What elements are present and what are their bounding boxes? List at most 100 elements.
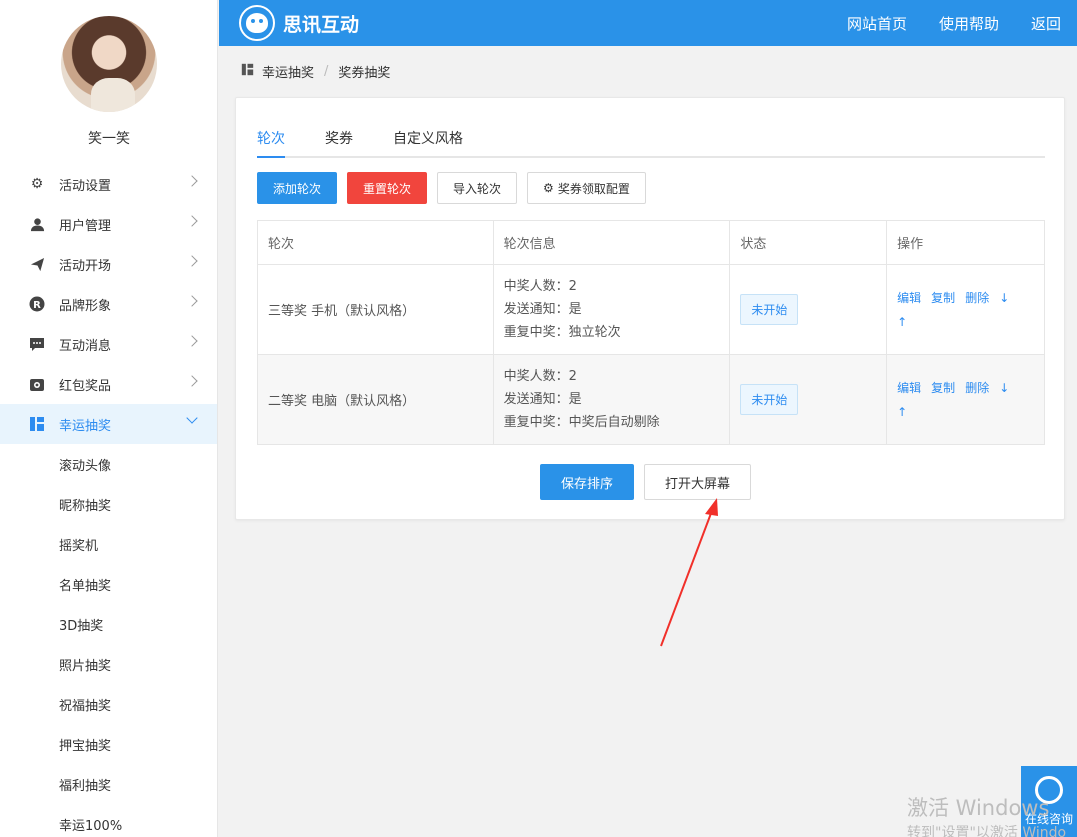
chevron-right-icon [186, 255, 198, 267]
tab-bar: 轮次 奖券 自定义风格 [257, 124, 1045, 158]
move-down-link[interactable]: ↓ [999, 291, 1009, 305]
sidebar-item-label: 活动设置 [59, 178, 112, 194]
sidebar-item-activity-opening[interactable]: 活动开场 [0, 244, 217, 284]
tab-tickets[interactable]: 奖券 [325, 124, 353, 158]
top-header: 思讯互动 网站首页 使用帮助 返回 [219, 0, 1077, 46]
edit-link[interactable]: 编辑 [897, 291, 921, 305]
tab-rounds[interactable]: 轮次 [257, 124, 285, 158]
save-order-button[interactable]: 保存排序 [540, 464, 635, 500]
sidebar-item-label: 用户管理 [59, 218, 112, 234]
move-down-link[interactable]: ↓ [999, 381, 1009, 395]
add-round-button[interactable]: 添加轮次 [257, 172, 338, 204]
username: 笑一笑 [88, 131, 130, 147]
tab-custom-style[interactable]: 自定义风格 [393, 124, 463, 158]
annotation-arrow [660, 498, 718, 647]
sidebar-subitem-lucky-100[interactable]: 幸运100% [0, 804, 217, 837]
table-row: 三等奖 手机（默认风格） 中奖人数：2 发送通知：是 重复中奖：独立轮次 未开始… [257, 264, 1045, 355]
nav-help-link[interactable]: 使用帮助 [939, 13, 999, 34]
chevron-right-icon [186, 175, 198, 187]
nav-back-link[interactable]: 返回 [1031, 13, 1061, 34]
status-badge: 未开始 [740, 384, 799, 415]
delete-link[interactable]: 删除 [965, 381, 989, 395]
column-header: 轮次 [257, 220, 494, 265]
sidebar-subitem-list-draw[interactable]: 名单抽奖 [0, 564, 217, 604]
sidebar-subitem-scroll-avatar[interactable]: 滚动头像 [0, 444, 217, 484]
delete-link[interactable]: 删除 [965, 291, 989, 305]
windows-activation-watermark: 激活 Windows [907, 796, 1050, 820]
send-icon [28, 255, 46, 273]
sidebar-item-lucky-draw[interactable]: 幸运抽奖 [0, 404, 217, 444]
status-badge: 未开始 [740, 294, 799, 325]
info-winners: 中奖人数：2 [503, 279, 577, 294]
round-name: 三等奖 手机（默认风格） [257, 264, 494, 355]
round-status: 未开始 [729, 264, 888, 355]
info-notify: 发送通知：是 [503, 302, 582, 317]
sidebar-item-label: 活动开场 [59, 258, 112, 274]
breadcrumb: 幸运抽奖 / 奖券抽奖 [241, 62, 390, 81]
table-header-row: 轮次 轮次信息 状态 操作 [257, 220, 1045, 265]
sidebar-subitem-welfare-draw[interactable]: 福利抽奖 [0, 764, 217, 804]
message-icon [28, 335, 46, 353]
table-row: 二等奖 电脑（默认风格） 中奖人数：2 发送通知：是 重复中奖：中奖后自动剔除 … [257, 354, 1045, 445]
copy-link[interactable]: 复制 [931, 291, 955, 305]
column-header: 轮次信息 [492, 220, 731, 265]
info-repeat: 重复中奖：中奖后自动剔除 [503, 415, 660, 430]
avatar[interactable] [61, 16, 157, 112]
sidebar-item-label: 幸运抽奖 [59, 418, 112, 434]
svg-text:R: R [33, 300, 41, 311]
sidebar-item-user-management[interactable]: 用户管理 [0, 204, 217, 244]
chevron-right-icon [186, 295, 198, 307]
sidebar-item-activity-settings[interactable]: ⚙ 活动设置 [0, 164, 217, 204]
windows-activation-hint: 转到"设置"以激活 Windo [907, 825, 1067, 837]
chevron-down-icon [186, 412, 198, 424]
logo-icon[interactable] [239, 5, 275, 41]
nav-home-link[interactable]: 网站首页 [847, 13, 907, 34]
round-info: 中奖人数：2 发送通知：是 重复中奖：中奖后自动剔除 [492, 354, 731, 445]
sidebar-item-brand-image[interactable]: R 品牌形象 [0, 284, 217, 324]
breadcrumb-current: 奖券抽奖 [338, 66, 391, 81]
move-up-link[interactable]: ↑ [897, 405, 907, 419]
sidebar-item-label: 红包奖品 [59, 378, 112, 394]
sidebar-subitem-blessing-draw[interactable]: 祝福抽奖 [0, 684, 217, 724]
edit-link[interactable]: 编辑 [897, 381, 921, 395]
ticket-config-label: 奖券领取配置 [557, 181, 630, 196]
chevron-right-icon [186, 335, 198, 347]
toolbar: 添加轮次 重置轮次 导入轮次 ⚙ 奖券领取配置 [257, 172, 646, 204]
sidebar-menu: ⚙ 活动设置 用户管理 活动开场 R 品牌形象 互动消息 红包奖品 幸运抽奖 滚… [0, 164, 217, 837]
round-name: 二等奖 电脑（默认风格） [257, 354, 494, 445]
reset-round-button[interactable]: 重置轮次 [347, 172, 428, 204]
lottery-icon [241, 63, 254, 80]
sidebar-subitem-slot-machine[interactable]: 摇奖机 [0, 524, 217, 564]
content-card: 轮次 奖券 自定义风格 添加轮次 重置轮次 导入轮次 ⚙ 奖券领取配置 轮次 轮… [235, 97, 1065, 520]
info-winners: 中奖人数：2 [503, 369, 577, 384]
sidebar-item-label: 互动消息 [59, 338, 112, 354]
user-icon [28, 215, 46, 233]
brand-name: 思讯互动 [283, 14, 360, 36]
copy-link[interactable]: 复制 [931, 381, 955, 395]
info-notify: 发送通知：是 [503, 392, 582, 407]
round-info: 中奖人数：2 发送通知：是 重复中奖：独立轮次 [492, 264, 731, 355]
sidebar-subitem-nickname-draw[interactable]: 昵称抽奖 [0, 484, 217, 524]
registered-icon: R [28, 295, 46, 313]
breadcrumb-item[interactable]: 幸运抽奖 [262, 62, 314, 81]
sidebar-item-label: 品牌形象 [59, 298, 112, 314]
import-round-button[interactable]: 导入轮次 [437, 172, 518, 204]
chevron-right-icon [186, 375, 198, 387]
sidebar-item-interactive-messages[interactable]: 互动消息 [0, 324, 217, 364]
column-header: 状态 [729, 220, 888, 265]
sidebar-subitem-photo-draw[interactable]: 照片抽奖 [0, 644, 217, 684]
sidebar-subitem-bet-draw[interactable]: 押宝抽奖 [0, 724, 217, 764]
ticket-config-button[interactable]: ⚙ 奖券领取配置 [527, 172, 646, 204]
sidebar-subitem-3d-draw[interactable]: 3D抽奖 [0, 604, 217, 644]
round-ops: 编辑 复制 删除 ↓ ↑ [886, 354, 1045, 445]
gear-icon: ⚙ [30, 176, 44, 192]
lottery-icon [28, 415, 46, 433]
round-status: 未开始 [729, 354, 888, 445]
gift-icon [28, 375, 46, 393]
round-ops: 编辑 复制 删除 ↓ ↑ [886, 264, 1045, 355]
breadcrumb-separator: / [324, 64, 329, 79]
gear-icon: ⚙ [543, 181, 554, 195]
sidebar: 笑一笑 ⚙ 活动设置 用户管理 活动开场 R 品牌形象 互动消息 红包奖品 幸运… [0, 0, 218, 837]
move-up-link[interactable]: ↑ [897, 315, 907, 329]
sidebar-item-red-packet-prizes[interactable]: 红包奖品 [0, 364, 217, 404]
